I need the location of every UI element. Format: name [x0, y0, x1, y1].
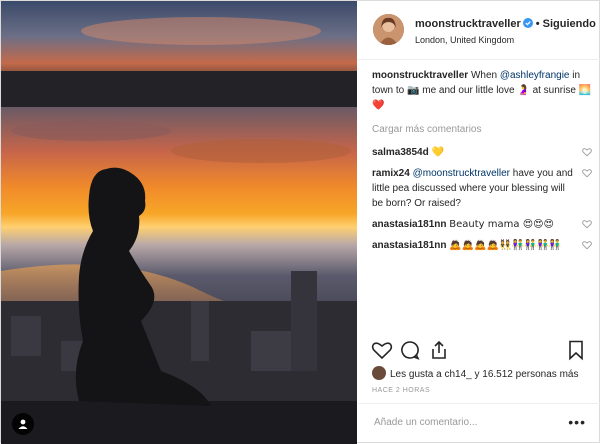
user-icon [18, 419, 28, 429]
pregnant-emoji: 🤰 [517, 85, 530, 96]
like-comment-heart-icon[interactable] [582, 168, 592, 178]
sunrise-silhouette-image [1, 1, 357, 444]
likes-summary[interactable]: Les gusta a ch14_ y 16.512 personas más [372, 366, 578, 380]
location-link[interactable]: London, United Kingdom [415, 35, 514, 45]
add-comment-bar: ••• [358, 403, 600, 444]
comment-input[interactable] [372, 416, 556, 429]
comment-username[interactable]: anastasia181nn [372, 240, 447, 251]
comment-mention[interactable]: @moonstrucktraveller [413, 168, 510, 179]
comment: ramix24 @moonstrucktraveller have you an… [372, 166, 592, 211]
liker-avatar [372, 366, 386, 380]
caption-mention[interactable]: @ashleyfrangie [500, 70, 570, 81]
more-options-icon[interactable]: ••• [568, 414, 586, 430]
post-photo[interactable] [1, 1, 357, 444]
bookmark-icon[interactable] [565, 339, 587, 361]
comment-bubble-icon[interactable] [399, 339, 421, 361]
camera-emoji: 📷 [407, 85, 420, 96]
comment-text: Beauty mama 😍😍😍 [449, 219, 554, 230]
caption-text-4: at sunrise [532, 85, 576, 96]
caption-text-3: me and our little love [422, 85, 515, 96]
post-caption: moonstrucktraveller When @ashleyfrangie … [372, 68, 592, 113]
caption-text-1: When [470, 70, 498, 81]
like-comment-heart-icon[interactable] [582, 147, 592, 157]
comment-username[interactable]: salma3854d [372, 147, 429, 158]
comment: salma3854d 💛 [372, 145, 592, 160]
like-comment-heart-icon[interactable] [582, 219, 592, 229]
following-button[interactable]: Siguiendo [543, 18, 596, 30]
tagged-people-button[interactable] [12, 413, 34, 435]
comments-section: moonstrucktraveller When @ashleyfrangie … [372, 68, 592, 259]
avatar[interactable] [373, 14, 404, 45]
like-comment-heart-icon[interactable] [582, 240, 592, 250]
comment-username[interactable]: ramix24 [372, 168, 410, 179]
like-heart-icon[interactable] [371, 339, 393, 361]
likes-text: Les gusta a ch14_ y 16.512 personas más [390, 369, 579, 380]
verified-badge-icon [522, 18, 533, 28]
separator-dot: • [535, 18, 540, 30]
load-more-comments[interactable]: Cargar más comentarios [372, 122, 592, 137]
share-icon[interactable] [428, 339, 450, 361]
comment: anastasia181nn 🙇🙇🙇🙇👯👫👫👫👫 [372, 238, 592, 253]
instagram-post: moonstrucktraveller • Siguiendo London, Un… [0, 0, 600, 444]
post-timestamp: HACE 2 HORAS [372, 387, 431, 394]
comment-username[interactable]: anastasia181nn [372, 219, 447, 230]
comment: anastasia181nn Beauty mama 😍😍😍 [372, 217, 592, 232]
post-actions [358, 339, 600, 365]
post-header: moonstrucktraveller • Siguiendo London, Un… [358, 1, 600, 60]
caption-username[interactable]: moonstrucktraveller [372, 70, 468, 81]
profile-photo [373, 14, 404, 45]
comment-text: 💛 [431, 147, 444, 158]
post-sidebar: moonstrucktraveller • Siguiendo London, Un… [358, 1, 600, 444]
username-link[interactable]: moonstrucktraveller [415, 18, 521, 30]
comment-text: 🙇🙇🙇🙇👯👫👫👫👫 [449, 240, 562, 251]
